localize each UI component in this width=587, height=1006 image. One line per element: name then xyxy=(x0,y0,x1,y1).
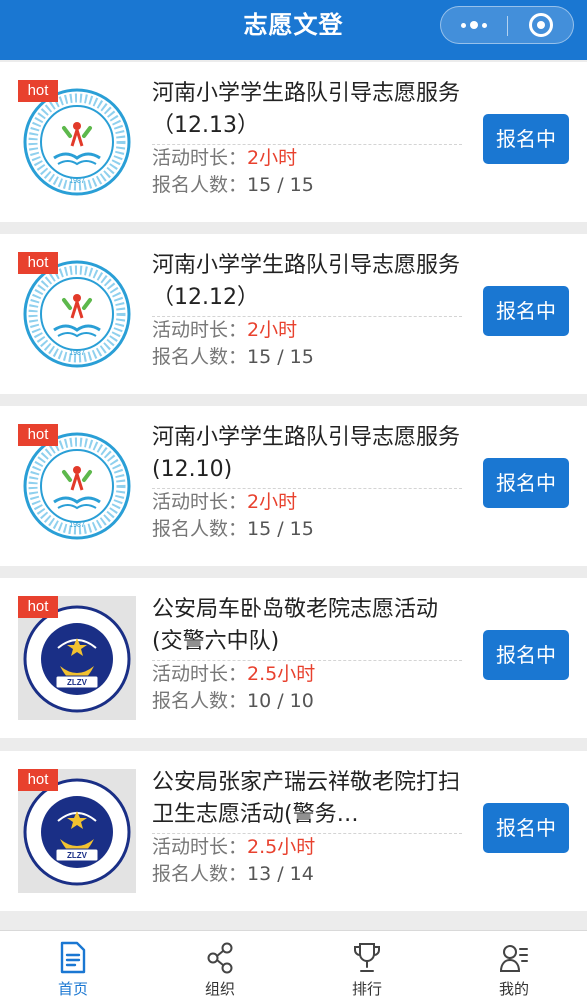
target-icon xyxy=(529,13,553,37)
activity-thumbnail[interactable]: hot 1987 xyxy=(18,252,136,376)
enroll-label: 报名人数： xyxy=(152,346,248,368)
activity-info: 公安局车卧岛敬老院志愿活动(交警六中队) 活动时长：2.5小时 报名人数：10 / … xyxy=(152,594,462,715)
enroll-row: 报名人数：13 / 14 xyxy=(152,861,462,888)
svg-text:ZLZV: ZLZV xyxy=(67,851,88,860)
enroll-button[interactable]: 报名中 xyxy=(483,630,569,680)
activity-card[interactable]: hot 1987 河南小学学生路队引导志愿服务（12.12） 活动时长：2小时 报名人数… xyxy=(0,234,587,394)
activity-info: 河南小学学生路队引导志愿服务（12.12） 活动时长：2小时 报名人数：15 / 1… xyxy=(152,250,462,371)
enroll-button[interactable]: 报名中 xyxy=(483,114,569,164)
tab-mine-label: 我的 xyxy=(498,980,529,998)
activity-info: 河南小学学生路队引导志愿服务（12.13） 活动时长：2小时 报名人数：15 / 1… xyxy=(152,78,462,199)
share-icon xyxy=(207,942,233,974)
home-doc-icon xyxy=(60,941,86,974)
activity-card[interactable]: hot 1987 河南小学学生路队引导志愿服务（12.13） 活动时长：2小时 报名人数… xyxy=(0,62,587,222)
hot-badge: hot xyxy=(18,596,58,618)
duration-label: 活动时长： xyxy=(152,491,248,513)
tab-ranking[interactable]: 排行 xyxy=(294,931,440,1006)
svg-text:1987: 1987 xyxy=(69,522,85,529)
enroll-button[interactable]: 报名中 xyxy=(483,458,569,508)
tab-ranking-label: 排行 xyxy=(351,980,382,998)
enroll-count: 15 / 15 xyxy=(247,346,314,368)
duration-value: 2小时 xyxy=(247,319,298,341)
activity-title[interactable]: 河南小学学生路队引导志愿服务（12.13） xyxy=(152,78,462,142)
activity-thumbnail[interactable]: hot 1987 xyxy=(18,80,136,204)
hot-badge: hot xyxy=(18,80,58,102)
enroll-label: 报名人数： xyxy=(152,863,248,885)
enroll-row: 报名人数：10 / 10 xyxy=(152,688,462,715)
duration-label: 活动时长： xyxy=(152,319,248,341)
activity-card[interactable]: hot 1987 河南小学学生路队引导志愿服务(12.10) 活动时长：2小时 报名人数… xyxy=(0,406,587,566)
duration-value: 2小时 xyxy=(247,491,298,513)
activity-card[interactable]: hot ZLZV 公安局车卧岛敬老院志愿活动(交警六中队) 活动时长：2.5小时 报名人… xyxy=(0,578,587,738)
enroll-count: 13 / 14 xyxy=(247,863,314,885)
enroll-label: 报名人数： xyxy=(152,174,248,196)
nav-bar: 志愿文登 xyxy=(0,0,587,60)
tab-organization-label: 组织 xyxy=(204,980,235,998)
user-list-icon xyxy=(499,945,528,972)
activity-info: 河南小学学生路队引导志愿服务(12.10) 活动时长：2小时 报名人数：15 / 1… xyxy=(152,422,462,543)
activity-thumbnail[interactable]: hot 1987 xyxy=(18,424,136,548)
activity-title[interactable]: 河南小学学生路队引导志愿服务（12.12） xyxy=(152,250,462,314)
activity-card[interactable]: hot ZLZV 公安局张家产瑞云祥敬老院打扫卫生志愿活动(警务… 活动时长：2.5小… xyxy=(0,751,587,911)
tab-bar: 首页 组织 排行 我的 xyxy=(0,930,587,1006)
enroll-label: 报名人数： xyxy=(152,518,248,540)
hot-badge: hot xyxy=(18,769,58,791)
tab-mine[interactable]: 我的 xyxy=(441,931,587,1006)
enroll-row: 报名人数：15 / 15 xyxy=(152,516,462,543)
hot-badge: hot xyxy=(18,252,58,274)
tab-home-label: 首页 xyxy=(57,980,88,998)
enroll-count: 15 / 15 xyxy=(247,174,314,196)
svg-text:1987: 1987 xyxy=(69,178,85,185)
hot-badge: hot xyxy=(18,424,58,446)
duration-row: 活动时长：2小时 xyxy=(152,489,462,516)
activity-thumbnail[interactable]: hot ZLZV xyxy=(18,769,136,893)
trophy-icon xyxy=(354,943,380,972)
enroll-button[interactable]: 报名中 xyxy=(483,286,569,336)
duration-label: 活动时长： xyxy=(152,147,248,169)
activity-title[interactable]: 公安局车卧岛敬老院志愿活动(交警六中队) xyxy=(152,594,462,658)
duration-row: 活动时长：2小时 xyxy=(152,145,462,172)
enroll-label: 报名人数： xyxy=(152,690,248,712)
activity-title[interactable]: 河南小学学生路队引导志愿服务(12.10) xyxy=(152,422,462,486)
duration-value: 2小时 xyxy=(247,147,298,169)
duration-value: 2.5小时 xyxy=(247,663,316,685)
enroll-row: 报名人数：15 / 15 xyxy=(152,172,462,199)
enroll-count: 10 / 10 xyxy=(247,690,314,712)
svg-text:ZLZV: ZLZV xyxy=(67,678,88,687)
duration-label: 活动时长： xyxy=(152,663,248,685)
duration-value: 2.5小时 xyxy=(247,836,316,858)
close-mini-program-button[interactable] xyxy=(508,7,574,43)
duration-row: 活动时长：2小时 xyxy=(152,317,462,344)
activity-thumbnail[interactable]: hot ZLZV xyxy=(18,596,136,720)
more-menu-button[interactable] xyxy=(441,7,507,43)
svg-text:1987: 1987 xyxy=(69,350,85,357)
duration-label: 活动时长： xyxy=(152,836,248,858)
enroll-count: 15 / 15 xyxy=(247,518,314,540)
tab-home[interactable]: 首页 xyxy=(0,931,146,1006)
enroll-row: 报名人数：15 / 15 xyxy=(152,344,462,371)
activity-info: 公安局张家产瑞云祥敬老院打扫卫生志愿活动(警务… 活动时长：2.5小时 报名人数：1… xyxy=(152,767,462,888)
duration-row: 活动时长：2.5小时 xyxy=(152,661,462,688)
mini-program-capsule xyxy=(440,6,574,44)
tab-organization[interactable]: 组织 xyxy=(147,931,293,1006)
enroll-button[interactable]: 报名中 xyxy=(483,803,569,853)
duration-row: 活动时长：2.5小时 xyxy=(152,834,462,861)
activity-title[interactable]: 公安局张家产瑞云祥敬老院打扫卫生志愿活动(警务… xyxy=(152,767,462,831)
